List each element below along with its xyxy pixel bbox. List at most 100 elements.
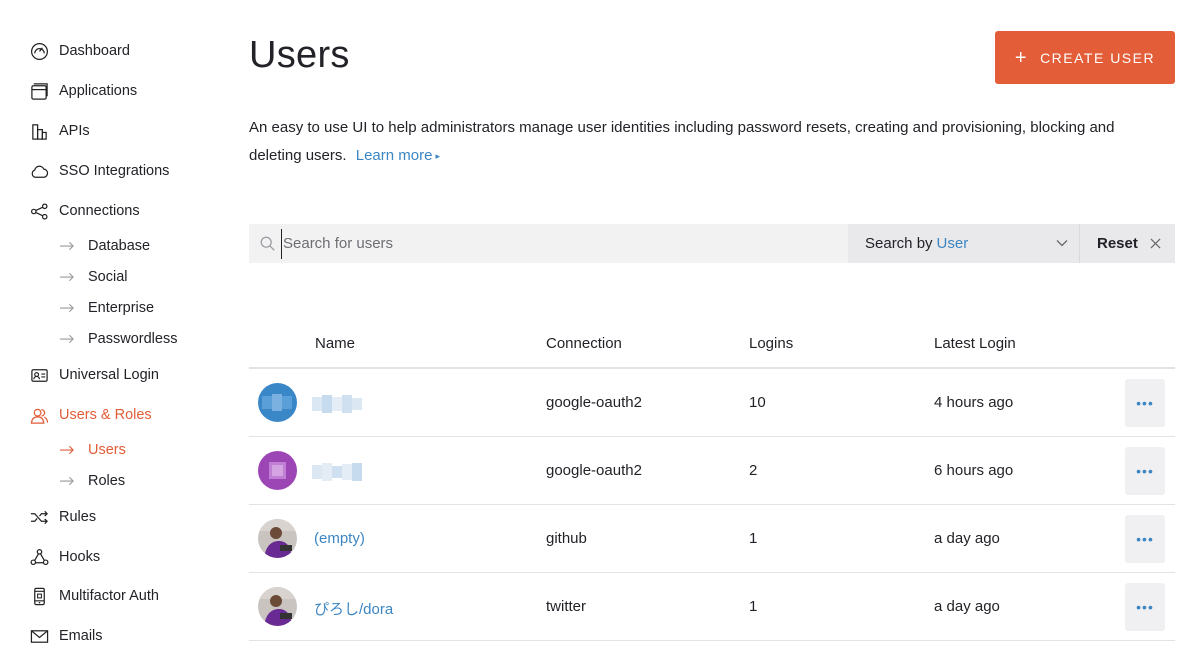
search-by-label: Search by: [865, 235, 933, 252]
more-options-button[interactable]: •••: [1125, 583, 1165, 631]
logins-cell: 1: [749, 598, 758, 615]
connection-cell: google-oauth2: [546, 394, 642, 411]
sidebar-item-label: APIs: [59, 123, 90, 139]
latest-login-cell: 6 hours ago: [934, 462, 1014, 479]
connection-cell: google-oauth2: [546, 462, 642, 479]
sidebar-item-hooks[interactable]: Hooks: [30, 545, 100, 569]
close-icon: [1150, 238, 1161, 249]
learn-more-link[interactable]: Learn more ▸: [356, 147, 440, 164]
page-description: An easy to use UI to help administrators…: [249, 114, 1149, 170]
sidebar-item-label: Applications: [59, 83, 138, 99]
avatar[interactable]: [258, 451, 297, 490]
sidebar-item-label: Connections: [59, 203, 140, 219]
sidebar-subitem-database[interactable]: Database: [60, 235, 150, 257]
column-header-connection[interactable]: Connection: [546, 335, 622, 352]
chevron-down-icon: [1056, 240, 1068, 247]
more-icon: •••: [1136, 531, 1154, 547]
sidebar-item-sso-integrations[interactable]: SSO Integrations: [30, 159, 169, 183]
create-user-button[interactable]: + CREATE USER: [995, 31, 1175, 84]
sidebar-subitem-label: Users: [88, 442, 126, 458]
sidebar-item-label: SSO Integrations: [59, 163, 170, 179]
search-bar: Search by User Reset: [249, 224, 1175, 263]
user-name-link[interactable]: ぴろし/dora: [314, 598, 393, 619]
logins-cell: 1: [749, 530, 758, 547]
sidebar-item-connections[interactable]: Connections: [30, 199, 140, 223]
sidebar-item-dashboard[interactable]: Dashboard: [30, 39, 130, 63]
more-options-button[interactable]: •••: [1125, 447, 1165, 495]
arrow-right-icon: [60, 303, 76, 313]
users-icon: [30, 406, 49, 425]
latest-login-cell: a day ago: [934, 598, 1000, 615]
applications-icon: [30, 82, 49, 101]
sidebar-item-label: Emails: [59, 628, 103, 644]
sidebar-subitem-label: Database: [88, 238, 151, 254]
page-title: Users: [249, 34, 350, 76]
user-name-link[interactable]: (empty): [314, 530, 365, 547]
cloud-icon: [30, 162, 49, 181]
apis-icon: [30, 122, 49, 141]
sidebar-subitem-users[interactable]: Users: [60, 439, 126, 461]
sidebar-item-label: Universal Login: [59, 367, 159, 383]
arrow-right-icon: [60, 272, 76, 282]
sidebar-item-label: Multifactor Auth: [59, 588, 159, 604]
sidebar-subitem-social[interactable]: Social: [60, 266, 128, 288]
latest-login-cell: a day ago: [934, 530, 1000, 547]
id-card-icon: [30, 366, 49, 385]
user-name-redacted[interactable]: [312, 463, 362, 481]
sidebar-item-apis[interactable]: APIs: [30, 119, 90, 143]
sidebar-subitem-label: Enterprise: [88, 300, 155, 316]
arrow-right-icon: [60, 476, 76, 486]
search-icon: [260, 236, 275, 251]
sidebar-item-label: Dashboard: [59, 43, 130, 59]
avatar[interactable]: [258, 587, 297, 626]
search-by-select[interactable]: Search by User: [848, 224, 1080, 263]
table-header: Name Connection Logins Latest Login: [249, 320, 1175, 369]
sidebar-item-label: Users & Roles: [59, 407, 152, 423]
table-row[interactable]: ぴろし/dora twitter 1 a day ago •••: [249, 573, 1175, 641]
sidebar-item-users-roles[interactable]: Users & Roles: [30, 403, 152, 427]
avatar[interactable]: [258, 519, 297, 558]
arrow-right-icon: [60, 445, 76, 455]
user-name-redacted[interactable]: [312, 395, 362, 413]
connection-cell: twitter: [546, 598, 587, 615]
more-options-button[interactable]: •••: [1125, 515, 1165, 563]
sidebar: Dashboard Applications APIs SSO Integrat…: [0, 0, 220, 654]
hooks-icon: [30, 548, 49, 567]
sidebar-item-universal-login[interactable]: Universal Login: [30, 363, 159, 387]
sidebar-item-label: Hooks: [59, 549, 101, 565]
latest-login-cell: 4 hours ago: [934, 394, 1014, 411]
search-input[interactable]: [281, 228, 821, 259]
table-row[interactable]: google-oauth2 2 6 hours ago •••: [249, 437, 1175, 505]
plus-icon: +: [1014, 46, 1029, 69]
arrow-right-icon: [60, 241, 76, 251]
sidebar-subitem-passwordless[interactable]: Passwordless: [60, 328, 177, 350]
sidebar-item-applications[interactable]: Applications: [30, 79, 137, 103]
more-icon: •••: [1136, 599, 1154, 615]
dashboard-icon: [30, 42, 49, 61]
reset-label: Reset: [1097, 235, 1138, 252]
table-row[interactable]: google-oauth2 10 4 hours ago •••: [249, 369, 1175, 437]
column-header-logins[interactable]: Logins: [749, 335, 793, 352]
sidebar-subitem-enterprise[interactable]: Enterprise: [60, 297, 154, 319]
arrow-right-icon: [60, 334, 76, 344]
column-header-name[interactable]: Name: [315, 335, 355, 352]
mail-icon: [30, 627, 49, 646]
search-field: [249, 224, 848, 263]
sidebar-subitem-label: Social: [88, 269, 128, 285]
search-by-value: User: [936, 235, 969, 252]
sidebar-item-multifactor-auth[interactable]: Multifactor Auth: [30, 584, 159, 608]
sidebar-subitem-label: Passwordless: [88, 331, 178, 347]
logins-cell: 10: [749, 394, 766, 411]
connection-cell: github: [546, 530, 587, 547]
sidebar-item-rules[interactable]: Rules: [30, 505, 96, 529]
column-header-latest-login[interactable]: Latest Login: [934, 335, 1016, 352]
more-options-button[interactable]: •••: [1125, 379, 1165, 427]
reset-button[interactable]: Reset: [1080, 224, 1175, 263]
learn-more-label: Learn more: [355, 147, 433, 164]
avatar[interactable]: [258, 383, 297, 422]
sidebar-subitem-label: Roles: [88, 473, 126, 489]
caret-right-icon: ▸: [435, 151, 440, 161]
table-row[interactable]: (empty) github 1 a day ago •••: [249, 505, 1175, 573]
sidebar-subitem-roles[interactable]: Roles: [60, 470, 125, 492]
sidebar-item-emails[interactable]: Emails: [30, 624, 103, 648]
